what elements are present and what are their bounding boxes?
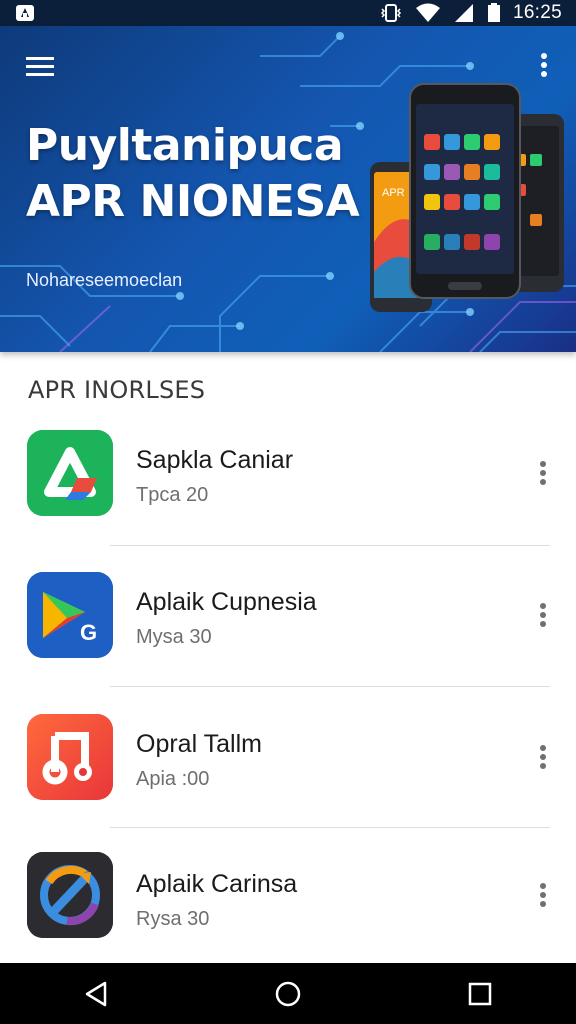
app-overflow-button[interactable] [530, 598, 556, 634]
app-meta: Rysa 30 [136, 908, 210, 930]
navigation-bar [0, 963, 576, 1024]
more-vert-icon [540, 883, 546, 907]
home-icon [275, 981, 301, 1006]
list-item[interactable]: Aplaik Carinsa Rysa 30 [0, 826, 576, 967]
back-button[interactable] [66, 969, 126, 1019]
app-meta: Tpca 20 [136, 484, 209, 506]
app-overflow-button[interactable] [530, 878, 556, 914]
app-name: Aplaik Cupnesia [136, 588, 317, 616]
hero-banner: Puyltanipuca APR NIONESA Nohareseemoecla… [0, 26, 576, 352]
back-icon [85, 981, 107, 1006]
app-name: Opral Tallm [136, 730, 262, 758]
list-item[interactable]: Opral Tallm Apia :00 [0, 686, 576, 827]
triangle-logo-icon [27, 430, 113, 516]
swirl-logo-icon [27, 852, 113, 938]
music-note-logo-icon [27, 714, 113, 800]
hamburger-icon [26, 57, 54, 76]
hero-title: Puyltanipuca APR NIONESA [26, 118, 360, 230]
hero-title-line1: Puyltanipuca [26, 120, 344, 171]
svg-text:G: G [80, 620, 97, 645]
app-name: Aplaik Carinsa [136, 870, 298, 898]
hero-subtitle: Nohareseemoeclan [26, 270, 183, 290]
status-time: 16:25 [512, 2, 562, 23]
app-overflow-button[interactable] [530, 456, 556, 492]
recents-button[interactable] [450, 969, 510, 1019]
more-vert-icon [540, 745, 546, 769]
app-meta: Mysa 30 [136, 626, 212, 648]
vibrate-icon [379, 3, 403, 23]
recents-icon [468, 982, 492, 1005]
section-title: APR INORLSES [28, 376, 206, 404]
play-g-logo-icon: G [27, 572, 113, 658]
signal-icon [453, 3, 475, 23]
more-vert-icon [540, 603, 546, 627]
app-meta: Apia :00 [136, 768, 210, 790]
notification-icon [14, 3, 36, 23]
wifi-icon [415, 3, 441, 23]
battery-icon [487, 3, 501, 23]
phones-illustration: APR [370, 83, 564, 312]
app-name: Sapkla Caniar [136, 446, 294, 474]
status-bar: 16:25 [0, 0, 576, 26]
list-item[interactable]: G Aplaik Cupnesia Mysa 30 [0, 544, 576, 685]
list-item[interactable]: Sapkla Caniar Tpca 20 [0, 402, 576, 543]
menu-button[interactable] [22, 52, 58, 82]
app-overflow-button[interactable] [530, 740, 556, 776]
hero-title-line2: APR NIONESA [26, 176, 360, 227]
home-button[interactable] [258, 969, 318, 1019]
more-vert-icon [540, 461, 546, 485]
phone-label: APR [382, 187, 405, 199]
